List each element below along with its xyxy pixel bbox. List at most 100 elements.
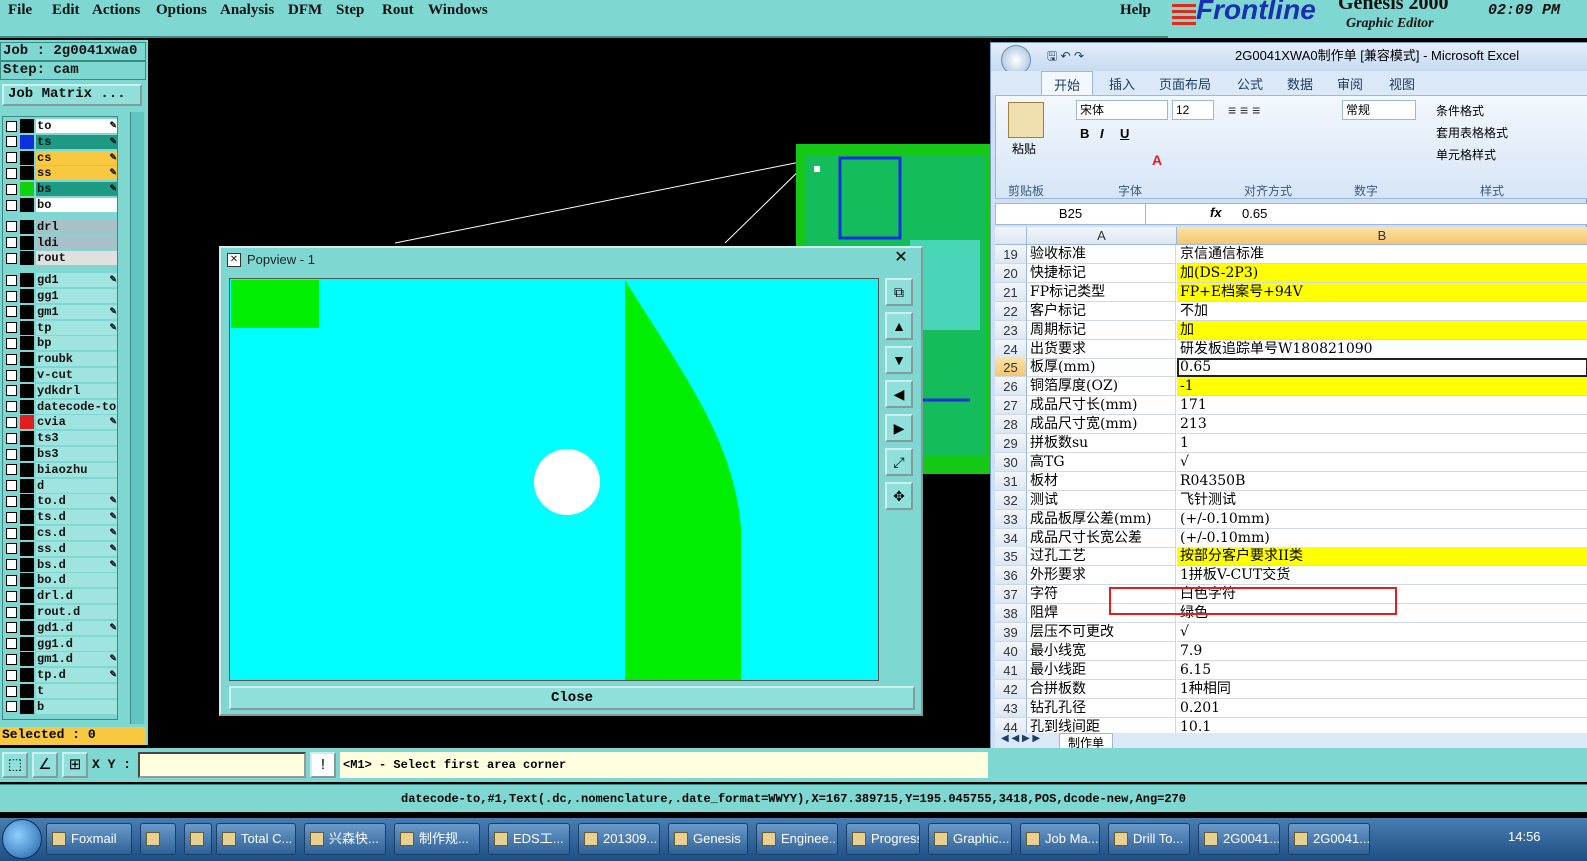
layer-row[interactable]: bs.d ✎ xyxy=(3,557,117,572)
layer-checkbox[interactable] xyxy=(6,685,17,697)
row-header[interactable]: 35 xyxy=(995,547,1027,567)
layer-checkbox[interactable] xyxy=(6,495,17,507)
row-header[interactable]: 33 xyxy=(995,509,1027,529)
layer-name[interactable]: ss ✎ xyxy=(36,166,117,181)
table-format-button[interactable]: 套用表格格式 xyxy=(1436,124,1508,141)
cell-styles-button[interactable]: 单元格样式 xyxy=(1436,146,1496,163)
layer-name[interactable]: ts.d ✎ xyxy=(36,510,117,525)
taskbar-item[interactable]: 制作规... xyxy=(394,823,480,855)
tab-review[interactable]: 审阅 xyxy=(1337,74,1363,93)
menu-actions[interactable]: Actions xyxy=(92,2,140,19)
layer-row[interactable]: t xyxy=(3,684,117,698)
row-header[interactable]: 24 xyxy=(995,339,1027,359)
layer-checkbox[interactable] xyxy=(6,183,17,195)
cell-b[interactable]: 6.15 xyxy=(1177,661,1587,680)
taskbar-item[interactable]: Job Ma... xyxy=(1020,823,1100,855)
table-row[interactable]: 19 验收标准 京信通信标准 xyxy=(995,245,1587,264)
table-row[interactable]: 22 客户标记 不加 xyxy=(995,301,1587,321)
cell-a[interactable]: 最小线距 xyxy=(1027,660,1176,680)
name-box[interactable]: B25 xyxy=(996,204,1146,224)
layer-checkbox[interactable] xyxy=(6,237,17,249)
pan-up-icon[interactable]: ▲ xyxy=(885,312,913,340)
cell-b[interactable]: 按部分客户要求II类 xyxy=(1177,547,1587,567)
cell-b[interactable]: 不加 xyxy=(1177,302,1587,321)
taskbar-item[interactable]: 2G0041... xyxy=(1288,823,1370,855)
layer-checkbox[interactable] xyxy=(6,574,17,586)
layer-name[interactable]: ldi xyxy=(36,235,117,250)
layer-checkbox[interactable] xyxy=(6,448,17,460)
layer-checkbox[interactable] xyxy=(6,353,17,365)
xy-input[interactable] xyxy=(138,752,306,778)
layer-name[interactable]: gd1.d ✎ xyxy=(36,620,117,635)
quick-access-icons[interactable]: 🖫 ↶ ↷ xyxy=(1047,43,1084,69)
cell-b[interactable]: 1种相同 xyxy=(1177,680,1587,699)
row-header[interactable]: 42 xyxy=(995,679,1027,699)
menu-analysis[interactable]: Analysis xyxy=(220,2,274,19)
cell-b[interactable]: 加 xyxy=(1177,320,1587,340)
menu-help[interactable]: Help xyxy=(1120,2,1151,19)
layer-name[interactable]: d xyxy=(36,478,117,493)
cell-b[interactable]: R04350B xyxy=(1177,472,1587,491)
cell-b[interactable]: 213 xyxy=(1177,415,1587,435)
layer-row[interactable]: datecode-to xyxy=(3,399,117,414)
formula-input[interactable]: 0.65 xyxy=(1242,204,1267,224)
cell-b[interactable]: 1 xyxy=(1177,434,1587,453)
layer-row[interactable]: bs3 xyxy=(3,447,117,461)
italic-icon[interactable]: I xyxy=(1100,126,1104,141)
layer-row[interactable]: ss ✎ xyxy=(3,166,117,181)
layer-row[interactable]: drl xyxy=(3,219,117,234)
row-header[interactable]: 37 xyxy=(995,585,1027,605)
cell-b[interactable]: 7.9 xyxy=(1177,642,1587,661)
taskbar-item[interactable]: Enginee... xyxy=(756,823,838,855)
popview-titlebar[interactable]: ✕ Popview - 1 xyxy=(221,248,921,272)
sheet-nav-icons[interactable]: ◀ ◀ ▶ ▶ xyxy=(1001,733,1040,744)
layer-row[interactable]: ss.d ✎ xyxy=(3,541,117,556)
table-row[interactable]: 32 测试 飞针测试 xyxy=(995,490,1587,510)
layer-checkbox[interactable] xyxy=(6,385,17,397)
layer-checkbox[interactable] xyxy=(6,120,17,132)
cell-b[interactable]: √ xyxy=(1177,623,1587,642)
layer-checkbox[interactable] xyxy=(6,322,17,334)
menu-edit[interactable]: Edit xyxy=(52,2,80,19)
layer-checkbox[interactable] xyxy=(6,401,17,413)
menu-rout[interactable]: Rout xyxy=(382,2,414,19)
layer-name[interactable]: biaozhu xyxy=(36,462,117,477)
taskbar-item[interactable]: Graphic... xyxy=(928,823,1012,855)
cell-b[interactable]: √ xyxy=(1177,453,1587,472)
layer-checkbox[interactable] xyxy=(6,369,17,381)
layer-row[interactable]: cs ✎ xyxy=(3,150,117,165)
row-header[interactable]: 31 xyxy=(995,471,1027,491)
cell-a[interactable]: 板厚(mm) xyxy=(1027,358,1176,378)
layer-name[interactable]: cvia ✎ xyxy=(36,415,117,430)
popview-canvas[interactable] xyxy=(229,278,879,681)
conditional-format-button[interactable]: 条件格式 xyxy=(1436,102,1484,119)
underline-icon[interactable]: U xyxy=(1120,126,1129,141)
layer-row[interactable]: ts ✎ xyxy=(3,134,117,149)
table-row[interactable]: 43 钻孔孔径 0.201 xyxy=(995,698,1587,718)
cell-a[interactable]: 成品尺寸宽(mm) xyxy=(1027,415,1176,435)
popview-close-icon[interactable]: ✕ xyxy=(887,248,915,268)
cell-a[interactable]: 层压不可更改 xyxy=(1027,623,1176,642)
taskbar-item[interactable] xyxy=(140,823,176,855)
cell-b[interactable]: 飞针测试 xyxy=(1177,491,1587,510)
cell-b[interactable]: 171 xyxy=(1177,396,1587,416)
cell-a[interactable]: 铜箔厚度(OZ) xyxy=(1027,377,1176,397)
layer-name[interactable]: gg1.d xyxy=(36,636,117,651)
tab-home[interactable]: 开始 xyxy=(1041,71,1094,97)
layer-row[interactable]: to ✎ xyxy=(3,119,117,133)
table-row[interactable]: 35 过孔工艺 按部分客户要求II类 xyxy=(995,547,1587,567)
font-color-icon[interactable]: A xyxy=(1152,152,1162,168)
cell-b[interactable]: 0.65 xyxy=(1177,358,1587,378)
layer-checkbox[interactable] xyxy=(6,638,17,650)
layer-row[interactable]: cs.d ✎ xyxy=(3,526,117,540)
cell-a[interactable]: 合拼板数 xyxy=(1027,679,1176,699)
table-row[interactable]: 34 成品尺寸长宽公差 (+/-0.10mm) xyxy=(995,528,1587,548)
cell-a[interactable]: 高TG xyxy=(1027,452,1176,472)
taskbar-item[interactable]: Foxmail xyxy=(46,823,132,855)
layer-row[interactable]: to.d ✎ xyxy=(3,494,117,509)
layer-row[interactable]: ldi xyxy=(3,235,117,250)
row-header[interactable]: 43 xyxy=(995,698,1027,718)
taskbar-item[interactable]: EDS工... xyxy=(488,823,570,855)
menu-file[interactable]: File xyxy=(8,2,32,19)
layer-name[interactable]: ts ✎ xyxy=(36,134,117,149)
